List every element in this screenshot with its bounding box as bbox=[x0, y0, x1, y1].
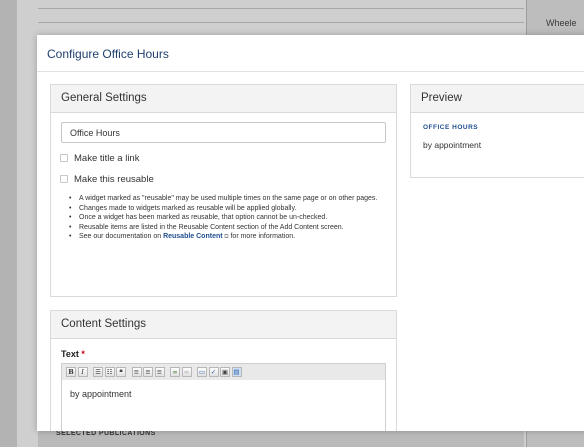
image-icon[interactable]: ▣ bbox=[220, 367, 230, 377]
preview-widget-text: by appointment bbox=[423, 140, 482, 150]
background-section-heading: SELECTED PUBLICATIONS bbox=[56, 430, 156, 437]
preview-widget-title: OFFICE HOURS bbox=[423, 124, 479, 131]
make-reusable-label: Make this reusable bbox=[74, 174, 154, 185]
reusable-help-list: A widget marked as "reusable" may be use… bbox=[67, 194, 385, 243]
preview-panel: Preview OFFICE HOURS by appointment bbox=[410, 84, 584, 178]
italic-icon[interactable]: I bbox=[77, 367, 88, 377]
link-icon[interactable]: ∞ bbox=[170, 367, 180, 377]
reusable-content-link[interactable]: Reusable Content bbox=[163, 233, 223, 240]
content-settings-header: Content Settings bbox=[51, 311, 396, 339]
numbered-list-icon[interactable]: ☷ bbox=[104, 367, 115, 377]
content-settings-panel: Content Settings Text * B I ☰ ☷ ❝ ≡ ≡ ≡ ∞ ∞ ▭ ✓ ▣ ▤ b… bbox=[50, 310, 397, 431]
paste-icon[interactable]: ▭ bbox=[197, 367, 207, 377]
general-settings-panel: General Settings Office Hours Make title… bbox=[50, 84, 397, 297]
configure-dialog: Configure Office Hours General Settings … bbox=[37, 35, 584, 431]
preview-header: Preview bbox=[411, 85, 584, 113]
help-item-text: for more information. bbox=[228, 233, 296, 240]
make-reusable-checkbox[interactable] bbox=[60, 175, 68, 183]
help-item: See our documentation on Reusable Conten… bbox=[67, 232, 385, 243]
text-field-label: Text * bbox=[61, 349, 85, 359]
help-item-text: See our documentation on bbox=[79, 233, 164, 240]
unlink-icon[interactable]: ∞ bbox=[181, 367, 192, 377]
widget-title-input[interactable]: Office Hours bbox=[61, 122, 386, 143]
make-reusable-row[interactable]: Make this reusable bbox=[60, 174, 154, 185]
align-center-icon[interactable]: ≡ bbox=[143, 367, 153, 377]
align-left-icon[interactable]: ≡ bbox=[131, 367, 142, 377]
bulleted-list-icon[interactable]: ☰ bbox=[93, 367, 103, 377]
background-divider bbox=[38, 22, 524, 23]
rich-text-editor[interactable]: by appointment bbox=[61, 380, 386, 431]
spellcheck-icon[interactable]: ✓ bbox=[208, 367, 219, 377]
bold-icon[interactable]: B bbox=[66, 367, 76, 377]
text-label: Text bbox=[61, 349, 79, 359]
source-icon[interactable]: ▤ bbox=[231, 367, 242, 377]
dialog-title-divider bbox=[37, 71, 584, 72]
editor-toolbar: B I ☰ ☷ ❝ ≡ ≡ ≡ ∞ ∞ ▭ ✓ ▣ ▤ bbox=[61, 363, 386, 381]
make-title-link-checkbox[interactable] bbox=[60, 154, 68, 162]
general-settings-header: General Settings bbox=[51, 85, 396, 113]
make-title-link-label: Make title a link bbox=[74, 153, 140, 164]
help-item: A widget marked as "reusable" may be use… bbox=[67, 194, 385, 204]
background-right-column-text: Wheele bbox=[546, 18, 577, 28]
help-item: Once a widget has been marked as reusabl… bbox=[67, 213, 385, 223]
background-divider bbox=[38, 8, 524, 9]
dialog-title: Configure Office Hours bbox=[47, 47, 169, 61]
make-title-link-row[interactable]: Make title a link bbox=[60, 153, 139, 164]
align-right-icon[interactable]: ≡ bbox=[154, 367, 165, 377]
help-item: Changes made to widgets marked as reusab… bbox=[67, 204, 385, 214]
help-item: Reusable items are listed in the Reusabl… bbox=[67, 223, 385, 233]
blockquote-icon[interactable]: ❝ bbox=[116, 367, 126, 377]
required-marker: * bbox=[81, 349, 85, 359]
